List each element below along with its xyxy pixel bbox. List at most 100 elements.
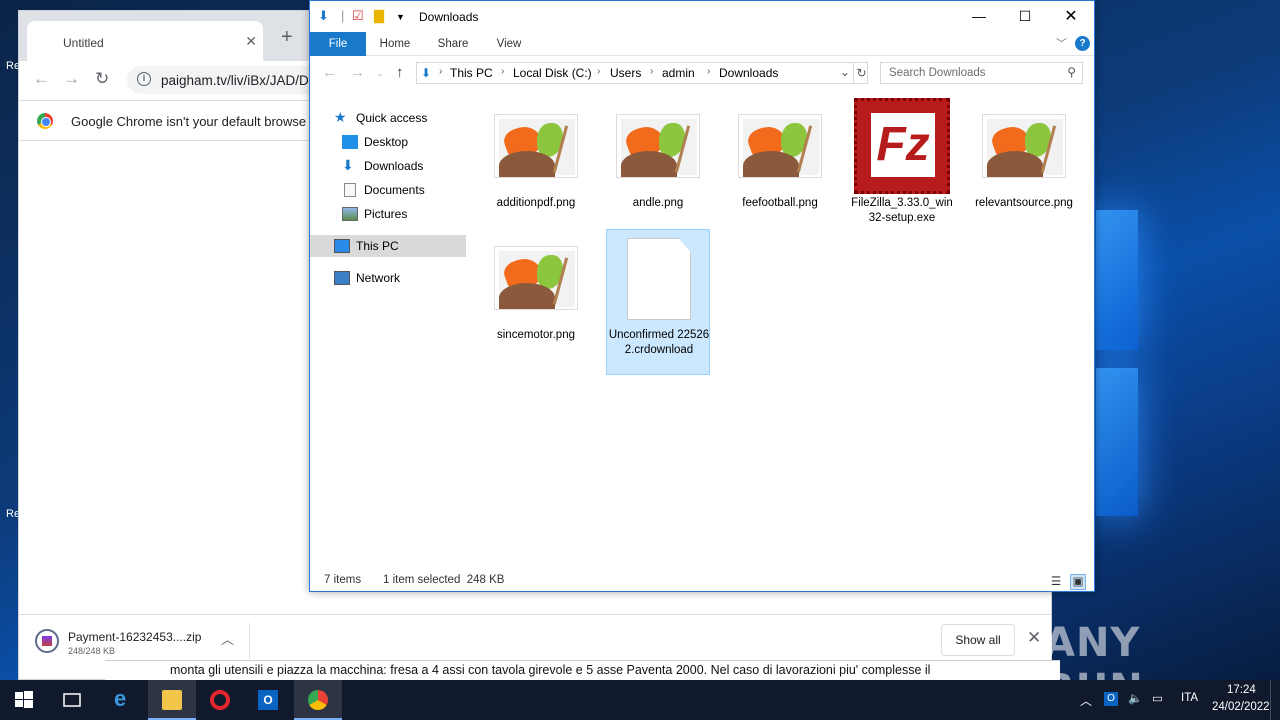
- taskbar-opera[interactable]: [196, 680, 244, 720]
- ribbon-tab-share[interactable]: Share: [430, 32, 476, 56]
- file-name: FileZilla_3.33.0_win32-setup.exe: [851, 197, 953, 224]
- recent-locations-icon[interactable]: ⌄: [376, 68, 384, 79]
- download-size: 248/248 KB: [68, 646, 116, 656]
- chevron-right-icon[interactable]: ›: [501, 66, 504, 77]
- file-name: andle.png: [632, 197, 684, 209]
- navigation-pane: ★ Quick access Desktop 📌 ⬇ Downloads 📌 D…: [310, 96, 490, 566]
- new-folder-icon[interactable]: ▇: [374, 8, 384, 24]
- nav-label: Desktop: [364, 135, 409, 149]
- reload-icon[interactable]: ↻: [95, 69, 109, 89]
- chrome-tab[interactable]: Untitled ✕: [27, 21, 263, 61]
- file-item[interactable]: feefootball.png: [728, 110, 832, 256]
- opera-icon: [210, 690, 230, 710]
- clock-time[interactable]: 17:24: [1227, 684, 1256, 696]
- input-language[interactable]: ITA: [1181, 692, 1198, 704]
- back-arrow-icon[interactable]: ←: [322, 64, 337, 81]
- nav-label: Pictures: [364, 207, 408, 221]
- search-icon: ⚲: [1067, 65, 1076, 79]
- ribbon-tab-view[interactable]: View: [486, 32, 532, 56]
- outlook-tray-icon[interactable]: O: [1104, 692, 1118, 706]
- chevron-right-icon[interactable]: ›: [597, 66, 600, 77]
- file-item[interactable]: relevantsource.png: [972, 110, 1076, 256]
- breadcrumb-item[interactable]: Local Disk (C:): [513, 66, 592, 80]
- selection-info: 1 item selected 248 KB: [383, 574, 505, 586]
- taskbar-outlook[interactable]: O: [244, 680, 292, 720]
- chevron-right-icon[interactable]: ›: [439, 66, 442, 77]
- ribbon-tab-file[interactable]: File: [310, 32, 366, 56]
- window-title: Downloads: [419, 10, 479, 24]
- pictures-icon: [342, 207, 358, 221]
- download-arrow-icon: ⬇: [342, 157, 354, 173]
- up-arrow-icon[interactable]: ↑: [396, 64, 404, 81]
- breadcrumb-item[interactable]: admin: [662, 66, 695, 80]
- chevron-right-icon[interactable]: ›: [707, 66, 710, 77]
- refresh-icon[interactable]: ↻: [853, 63, 869, 83]
- site-info-icon[interactable]: i: [137, 72, 151, 86]
- network-tray-icon[interactable]: ▭: [1152, 691, 1163, 705]
- close-icon[interactable]: ✕: [1027, 628, 1041, 648]
- tab-close-icon[interactable]: ✕: [245, 33, 257, 50]
- image-thumbnail-icon: [982, 114, 1066, 178]
- customize-qat-icon[interactable]: ▼: [396, 12, 405, 22]
- clock-date[interactable]: 24/02/2022: [1212, 701, 1270, 713]
- image-thumbnail-icon: [494, 114, 578, 178]
- back-arrow-icon[interactable]: ←: [33, 69, 50, 89]
- minimize-button[interactable]: —: [956, 1, 1002, 32]
- network-icon: [334, 271, 350, 285]
- nav-item-this-pc[interactable]: This PC: [310, 235, 466, 257]
- large-icons-view-icon[interactable]: ▣: [1070, 574, 1086, 590]
- help-icon[interactable]: ?: [1075, 36, 1090, 51]
- chevron-up-icon[interactable]: ︿: [1080, 692, 1092, 709]
- breadcrumb-item[interactable]: Downloads: [719, 66, 778, 80]
- breadcrumb-item[interactable]: Users: [610, 66, 641, 80]
- file-item[interactable]: Fz FileZilla_3.33.0_win32-setup.exe: [850, 98, 954, 244]
- close-button[interactable]: ✕: [1048, 1, 1094, 32]
- chevron-up-icon[interactable]: ︿: [221, 629, 234, 648]
- outlook-icon: O: [258, 690, 278, 710]
- download-arrow-icon: ⬇: [421, 66, 432, 80]
- search-input[interactable]: Search Downloads ⚲: [880, 62, 1083, 84]
- file-item[interactable]: additionpdf.png: [484, 110, 588, 256]
- details-view-icon[interactable]: ☰: [1048, 574, 1064, 590]
- download-filename[interactable]: Payment-16232453....zip: [68, 630, 201, 644]
- forward-arrow-icon[interactable]: →: [63, 69, 80, 89]
- start-button[interactable]: [0, 680, 48, 720]
- file-name: Unconfirmed 225262.crdownload: [608, 329, 710, 356]
- maximize-button[interactable]: ☐: [1002, 1, 1048, 32]
- computer-icon: [334, 239, 350, 253]
- forward-arrow-icon[interactable]: →: [350, 64, 365, 81]
- page-text-line: monta gli utensili e piazza la macchina:…: [170, 663, 931, 677]
- taskbar-edge[interactable]: e: [100, 680, 148, 720]
- volume-icon[interactable]: 🔈: [1128, 691, 1142, 705]
- blank-file-icon: [627, 238, 691, 320]
- taskbar-chrome[interactable]: [294, 680, 342, 720]
- address-breadcrumb-bar[interactable]: ⬇ › This PC › Local Disk (C:) › Users › …: [416, 62, 868, 84]
- address-bar[interactable]: i paigham.tv/liv/iBx/JAD/D: [127, 66, 327, 94]
- chevron-down-icon[interactable]: ﹀: [1056, 35, 1067, 51]
- properties-icon[interactable]: ☑: [352, 8, 364, 24]
- show-desktop-button[interactable]: [1270, 680, 1280, 720]
- filezilla-icon: Fz: [854, 98, 950, 194]
- nav-item-quick-access[interactable]: ★ Quick access: [334, 107, 490, 129]
- task-view-button[interactable]: [48, 680, 96, 720]
- file-name: additionpdf.png: [496, 197, 576, 209]
- file-list: additionpdf.png andle.png feefootball.pn…: [468, 96, 1094, 566]
- downloads-shelf: Payment-16232453....zip 248/248 KB ︿ Sho…: [19, 614, 1051, 666]
- document-icon: [344, 183, 356, 197]
- chevron-down-icon[interactable]: ⌄: [840, 65, 850, 79]
- windows-logo-wallpaper: [1090, 190, 1280, 610]
- nav-item-network[interactable]: Network: [334, 267, 490, 289]
- status-bar: 7 items 1 item selected 248 KB ☰ ▣: [310, 569, 1094, 591]
- nav-label: This PC: [356, 239, 399, 253]
- chevron-right-icon[interactable]: ›: [650, 66, 653, 77]
- edge-icon: e: [114, 686, 127, 711]
- show-all-button[interactable]: Show all: [941, 624, 1015, 656]
- infobar-text: Google Chrome isn't your default browse: [71, 114, 307, 129]
- ribbon-tab-home[interactable]: Home: [372, 32, 418, 56]
- file-item-selected[interactable]: Unconfirmed 225262.crdownload: [606, 229, 710, 375]
- file-item[interactable]: sincemotor.png: [484, 242, 588, 388]
- new-tab-button[interactable]: +: [281, 26, 293, 49]
- breadcrumb-item[interactable]: This PC: [450, 66, 493, 80]
- desktop-icon: [342, 135, 358, 149]
- taskbar-file-explorer[interactable]: [148, 680, 196, 720]
